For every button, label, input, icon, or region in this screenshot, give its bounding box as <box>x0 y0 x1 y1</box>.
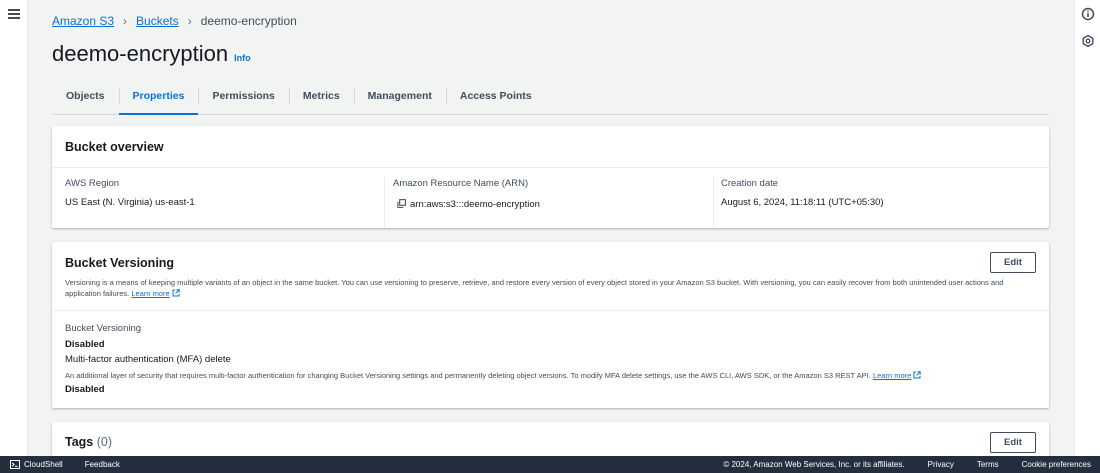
card-divider <box>52 167 1049 168</box>
tab-objects[interactable]: Objects <box>52 82 119 115</box>
breadcrumb-amazon-s3[interactable]: Amazon S3 <box>52 14 114 28</box>
arn-field: Amazon Resource Name (ARN) arn:aws:s3:::… <box>393 178 540 210</box>
column-divider <box>713 176 714 228</box>
tab-bar: Objects Properties Permissions Metrics M… <box>52 82 1049 115</box>
arn-value: arn:aws:s3:::deemo-encryption <box>410 199 540 210</box>
main-content: Amazon S3 › Buckets › deemo-encryption d… <box>28 0 1074 456</box>
card-divider <box>52 310 1049 311</box>
chevron-right-icon: › <box>187 14 192 28</box>
copy-icon[interactable] <box>397 199 406 208</box>
tab-permissions[interactable]: Permissions <box>198 82 288 115</box>
versioning-description: Versioning is a means of keeping multipl… <box>65 277 1035 299</box>
mfa-delete-value: Disabled <box>65 384 105 395</box>
cookie-preferences-link[interactable]: Cookie preferences <box>1022 460 1091 469</box>
external-link-icon <box>913 371 921 379</box>
external-link-icon <box>172 289 180 297</box>
creation-date-value: August 6, 2024, 11:18:11 (UTC+05:30) <box>721 197 884 208</box>
tags-title-text: Tags <box>65 435 94 449</box>
bucket-overview-title: Bucket overview <box>65 140 164 154</box>
versioning-status-label: Bucket Versioning <box>65 323 142 334</box>
region-label: AWS Region <box>65 178 120 189</box>
arn-value-row: arn:aws:s3:::deemo-encryption <box>397 199 540 210</box>
footer-bar: CloudShell Feedback © 2024, Amazon Web S… <box>0 456 1100 473</box>
cloudshell-label: CloudShell <box>24 460 63 469</box>
column-divider <box>384 176 385 228</box>
chevron-right-icon: › <box>123 14 128 28</box>
right-tools-rail <box>1074 0 1100 456</box>
breadcrumb: Amazon S3 › Buckets › deemo-encryption <box>52 14 297 28</box>
footer-links: © 2024, Amazon Web Services, Inc. or its… <box>723 460 1100 469</box>
bucket-overview-card: Bucket overview AWS Region US East (N. V… <box>52 126 1049 228</box>
tags-card: Tags (0) Edit <box>52 422 1049 456</box>
mfa-description-text: An additional layer of security that req… <box>65 371 871 380</box>
versioning-edit-button[interactable]: Edit <box>990 252 1036 273</box>
terminal-icon <box>10 460 20 469</box>
mfa-delete-label: Multi-factor authentication (MFA) delete <box>65 354 231 365</box>
info-link[interactable]: Info <box>234 53 251 63</box>
copyright-text: © 2024, Amazon Web Services, Inc. or its… <box>723 460 905 469</box>
tab-properties[interactable]: Properties <box>118 82 199 115</box>
tags-edit-button[interactable]: Edit <box>990 432 1036 453</box>
tab-access-points[interactable]: Access Points <box>445 82 546 115</box>
menu-icon[interactable] <box>8 9 20 19</box>
creation-date-label: Creation date <box>721 178 779 189</box>
privacy-link[interactable]: Privacy <box>928 460 954 469</box>
learn-more-link[interactable]: Learn more <box>131 289 169 298</box>
region-value: US East (N. Virginia) us-east-1 <box>65 197 195 208</box>
tags-count: (0) <box>96 435 113 449</box>
mfa-learn-more-link[interactable]: Learn more <box>873 371 911 380</box>
cloudshell-button[interactable]: CloudShell <box>10 460 63 469</box>
versioning-status-value: Disabled <box>65 339 105 350</box>
feedback-link[interactable]: Feedback <box>85 460 120 469</box>
left-navigation-rail <box>0 0 28 456</box>
breadcrumb-buckets[interactable]: Buckets <box>136 14 179 28</box>
settings-icon[interactable] <box>1081 34 1095 48</box>
creation-date-field: Creation date August 6, 2024, 11:18:11 (… <box>721 178 884 208</box>
versioning-status-field: Bucket Versioning Disabled Multi-factor … <box>65 323 1035 395</box>
versioning-description-text: Versioning is a means of keeping multipl… <box>65 278 1004 298</box>
tab-metrics[interactable]: Metrics <box>288 82 354 115</box>
page-title: deemo-encryption Info <box>52 41 251 67</box>
bucket-versioning-title: Bucket Versioning <box>65 256 175 270</box>
page-title-text: deemo-encryption <box>52 41 229 66</box>
bucket-versioning-card: Bucket Versioning Edit Versioning is a m… <box>52 242 1049 408</box>
tags-title: Tags (0) <box>65 435 112 449</box>
mfa-description: An additional layer of security that req… <box>65 370 1035 381</box>
tab-management[interactable]: Management <box>353 82 446 115</box>
info-icon[interactable] <box>1081 7 1095 21</box>
terms-link[interactable]: Terms <box>977 460 999 469</box>
arn-label: Amazon Resource Name (ARN) <box>393 178 529 189</box>
breadcrumb-current: deemo-encryption <box>200 14 297 28</box>
region-field: AWS Region US East (N. Virginia) us-east… <box>65 178 195 208</box>
